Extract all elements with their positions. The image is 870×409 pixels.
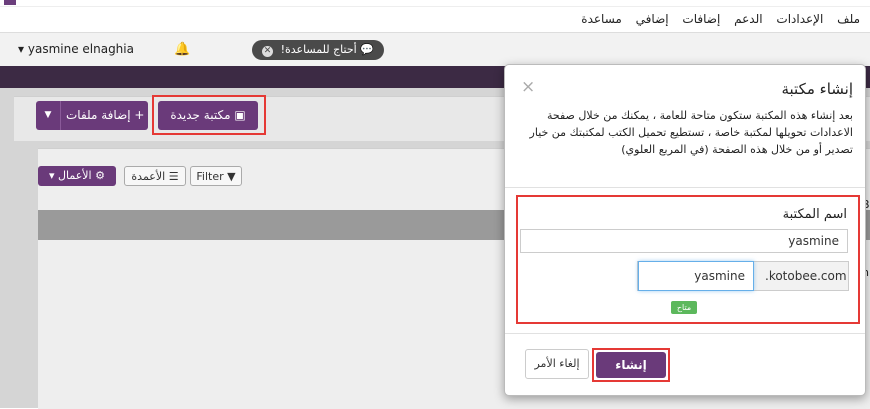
- close-icon[interactable]: ✕: [262, 46, 274, 57]
- menu-help[interactable]: مساعدة: [581, 8, 622, 30]
- subdomain-input[interactable]: yasmine: [638, 261, 754, 291]
- plus-icon: +: [134, 108, 145, 122]
- filter-icon: ▼: [227, 170, 236, 183]
- app-icon: [4, 0, 16, 5]
- menu-support[interactable]: الدعم: [734, 8, 762, 30]
- dialog-description: بعد إنشاء هذه المكتبة ستكون متاحة للعامة…: [529, 109, 853, 156]
- library-name-input[interactable]: yasmine: [520, 229, 848, 253]
- title-strip: [0, 0, 870, 7]
- menu-addons[interactable]: إضافات: [682, 8, 720, 30]
- menu-bar: ملف الإعدادات الدعم إضافات إضافي مساعدة: [0, 8, 870, 30]
- add-files-button[interactable]: ▼ إضافة ملفات +: [36, 101, 148, 130]
- close-icon[interactable]: ×: [521, 79, 535, 96]
- divider: [505, 187, 865, 188]
- caret-down-icon: ▾: [18, 42, 25, 56]
- columns-label: الأعمدة: [131, 170, 166, 183]
- filter-button[interactable]: Filter ▼: [190, 166, 242, 186]
- new-library-button[interactable]: مكتبة جديدة ▣: [158, 101, 258, 130]
- user-bar: ▾ yasmine elnaghia 🔔 💬 أحتاج للمساعدة! ✕: [0, 33, 870, 66]
- divider: [505, 333, 865, 334]
- menu-settings[interactable]: الإعدادات: [776, 8, 823, 30]
- create-library-dialog: × إنشاء مكتبة بعد إنشاء هذه المكتبة ستكو…: [504, 64, 866, 396]
- archive-icon: ▣: [234, 108, 246, 122]
- actions-button[interactable]: ▾ الأعمال ⚙: [38, 166, 116, 186]
- menu-extra[interactable]: إضافي: [636, 8, 669, 30]
- add-files-label: إضافة ملفات: [66, 108, 131, 122]
- domain-suffix: .kotobee.com: [765, 269, 847, 283]
- user-menu[interactable]: ▾ yasmine elnaghia: [18, 42, 134, 56]
- menu-file[interactable]: ملف: [837, 8, 860, 30]
- filter-label: Filter: [196, 170, 224, 183]
- user-name: yasmine elnaghia: [27, 42, 134, 56]
- new-library-label: مكتبة جديدة: [170, 108, 231, 122]
- help-label: أحتاج للمساعدة!: [280, 43, 357, 56]
- help-button[interactable]: 💬 أحتاج للمساعدة! ✕: [252, 40, 384, 60]
- dialog-title: إنشاء مكتبة: [781, 80, 853, 98]
- caret-down-icon: ▾: [48, 169, 55, 182]
- actions-label: الأعمال: [58, 169, 92, 182]
- list-icon: ☰: [168, 170, 179, 183]
- gear-icon: ⚙: [95, 169, 105, 182]
- create-button[interactable]: إنشاء: [596, 352, 666, 378]
- cancel-button[interactable]: إلغاء الأمر: [525, 349, 589, 379]
- chat-icon: 💬: [360, 43, 374, 56]
- availability-badge: متاح: [671, 301, 697, 314]
- columns-button[interactable]: الأعمدة ☰: [124, 166, 186, 186]
- bell-icon[interactable]: 🔔: [174, 42, 190, 57]
- library-name-label: اسم المكتبة: [782, 207, 847, 222]
- caret-down-icon[interactable]: ▼: [36, 101, 61, 130]
